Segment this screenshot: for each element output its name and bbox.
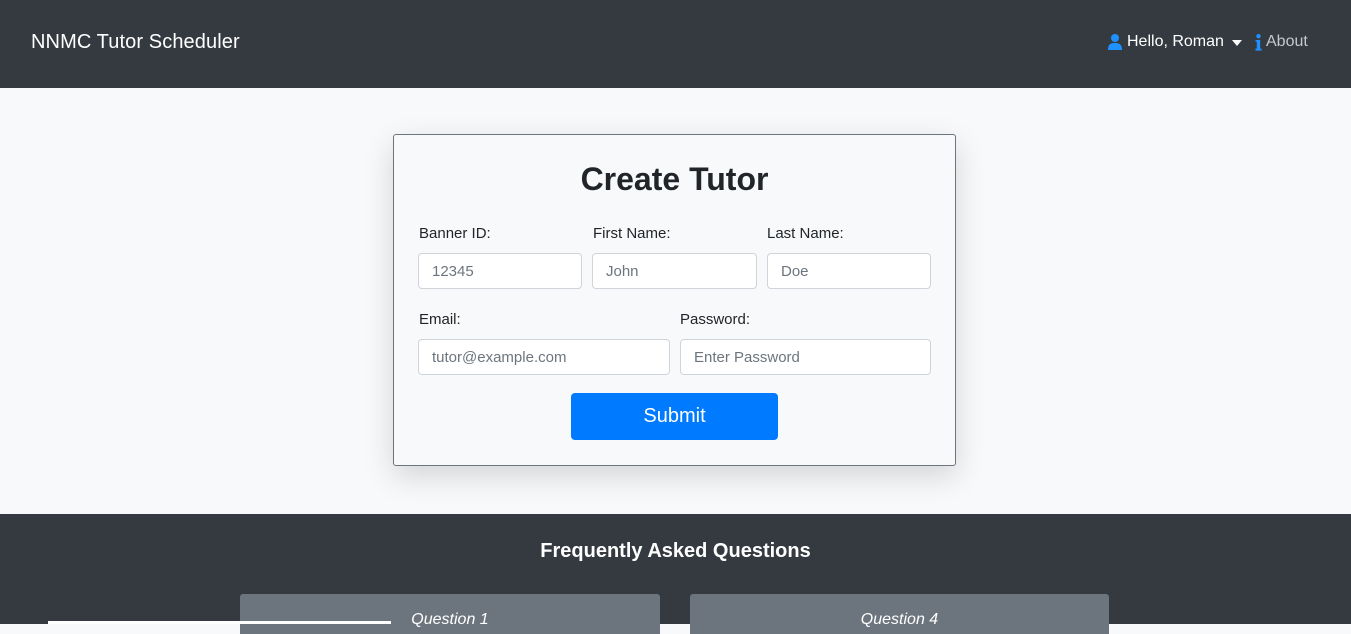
info-icon (1255, 33, 1262, 51)
first-name-input[interactable] (592, 253, 757, 289)
last-name-label: Last Name: (767, 225, 844, 242)
password-label: Password: (680, 311, 751, 328)
email-field[interactable] (418, 339, 670, 375)
faq-section: Frequently Asked Questions Question 1 Qu… (0, 514, 1351, 634)
banner-id-input[interactable] (418, 253, 582, 289)
banner-id-label: Banner ID: (419, 225, 491, 242)
create-tutor-card: Create Tutor Banner ID: First Name: Last… (393, 134, 956, 466)
chevron-down-icon (1231, 40, 1242, 46)
first-name-label: First Name: (593, 225, 671, 242)
about-label: About (1266, 33, 1308, 50)
user-greeting: Hello, Roman (1127, 33, 1224, 50)
faq-question-card[interactable]: Question 1 (240, 594, 660, 634)
brand-title[interactable]: NNMC Tutor Scheduler (31, 31, 240, 54)
faq-question-card[interactable]: Question 4 (690, 594, 1109, 634)
user-dropdown[interactable]: Hello, Roman (1108, 33, 1242, 51)
submit-button[interactable]: Submit (571, 393, 778, 440)
about-link[interactable]: About (1255, 33, 1308, 51)
user-icon (1108, 34, 1122, 50)
faq-title: Frequently Asked Questions (540, 540, 811, 562)
password-field[interactable] (680, 339, 931, 375)
page-title: Create Tutor (580, 161, 769, 197)
navbar: NNMC Tutor Scheduler Hello, Roman About (0, 0, 1351, 88)
email-label: Email: (419, 311, 461, 328)
last-name-input[interactable] (767, 253, 931, 289)
